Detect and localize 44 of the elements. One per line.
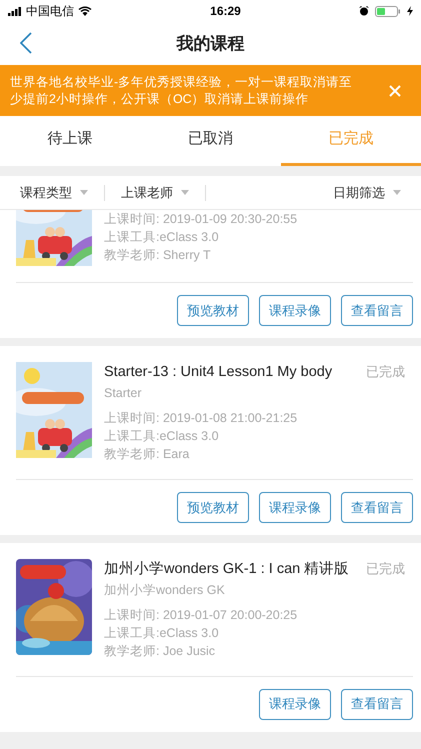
filter-dropdown[interactable]: 日期筛选 [333,182,401,202]
caret-icon [80,190,88,195]
class-time: 上课时间: 2019-01-07 20:00-20:25 [104,606,298,624]
carrier: 中国电信 [26,3,74,20]
caret-icon [393,190,401,195]
action-button[interactable]: 查看留言 [341,295,413,326]
teacher: 教学老师: Eara [104,446,190,463]
course-title: 加州小学wonders GK-1 : I can 精讲版 [104,560,350,579]
teacher: 教学老师: Sherry T [104,247,212,264]
action-button[interactable]: 课程录像 [259,492,331,523]
tab[interactable]: 已完成 [280,116,421,166]
tab[interactable]: 待上课 [0,116,140,166]
caret-icon [181,190,189,195]
action-button[interactable]: 查看留言 [341,688,413,720]
back-icon [20,32,32,54]
close-icon [389,84,401,96]
action-button[interactable]: 查看留言 [341,492,413,523]
filter-dropdown[interactable]: 课程类型 [20,182,88,202]
signal-icon [8,6,22,16]
course-status: 已完成 [366,560,405,578]
action-button[interactable]: 课程录像 [259,295,331,326]
class-tool: 上课工具:eClass 3.0 [104,229,220,246]
action-button[interactable]: 预览教材 [177,492,249,523]
course-series: 加州小学wonders GK [104,582,226,599]
class-tool: 上课工具:eClass 3.0 [104,428,220,445]
clock: 16:29 [210,3,241,20]
alarm-icon [358,6,369,16]
class-time: 上课时间: 2019-01-09 20:30-20:55 [104,211,298,228]
teacher: 教学老师: Joe Jusic [104,642,216,660]
page-title: 我的课程 [176,32,244,55]
course-status: 已完成 [366,363,405,381]
wifi-icon [78,6,92,16]
action-button[interactable]: 预览教材 [177,295,249,326]
filter-dropdown[interactable]: 上课老师 [121,182,189,202]
class-tool: 上课工具:eClass 3.0 [104,624,220,642]
charging-icon [406,6,413,16]
action-button[interactable]: 课程录像 [259,688,331,720]
back-button[interactable] [20,32,32,54]
notice-text: 世界各地名校毕业-多年优秀授课经验，一对一课程取消请至少提前2小时操作，公开课（OC）取消请上课前操作 [10,74,354,108]
course-title: Starter-13 : Unit4 Lesson1 My body [104,363,332,382]
tab[interactable]: 已取消 [140,116,281,166]
course-series: Starter [104,385,143,402]
class-time: 上课时间: 2019-01-08 21:00-21:25 [104,410,298,427]
battery-icon [374,6,401,16]
